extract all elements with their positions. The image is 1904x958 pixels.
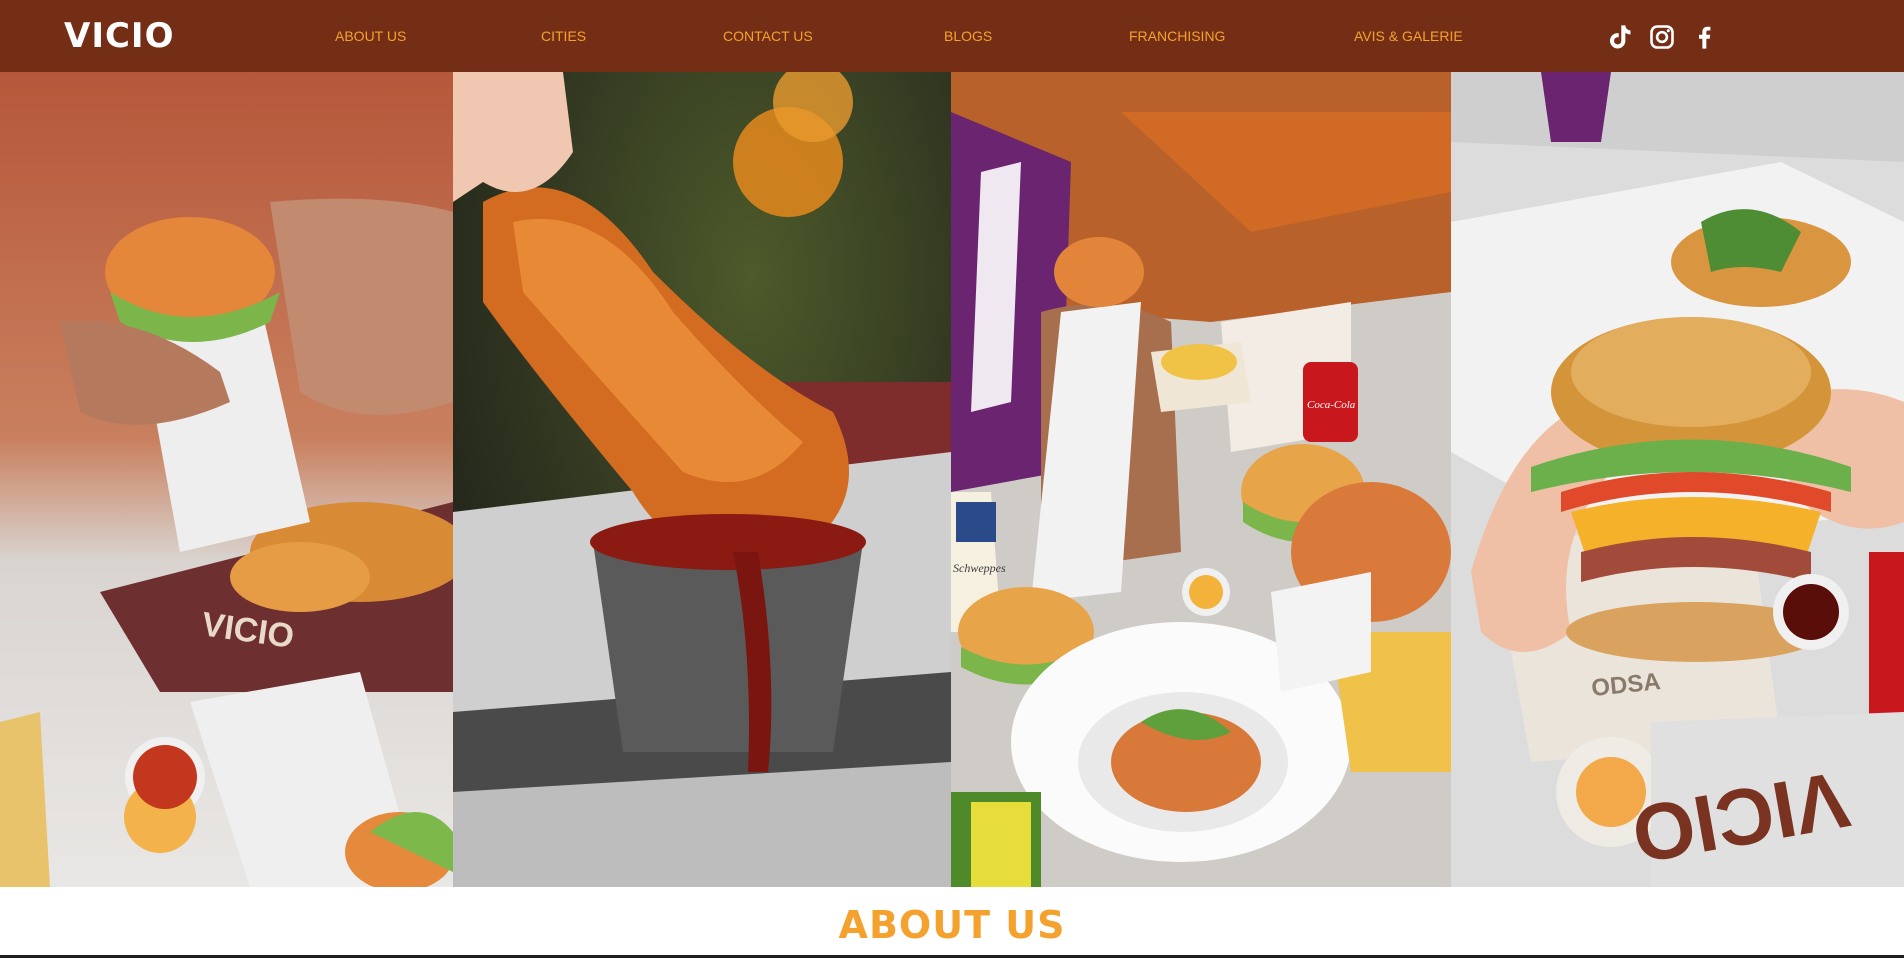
instagram-icon[interactable] (1647, 22, 1677, 52)
burger-photo: ODSA VICIO (1451, 72, 1904, 887)
facebook-icon[interactable] (1689, 22, 1719, 52)
site-header: VICIO ABOUT US CITIES CONTACT US BLOGS F… (0, 0, 1904, 72)
meal-spread-photo: Coca-Cola Schweppes (951, 72, 1451, 887)
tiktok-icon[interactable] (1605, 22, 1635, 52)
soda-can-brand: Coca-Cola (1307, 399, 1356, 411)
nav-avis-galerie[interactable]: AVIS & GALERIE (1354, 26, 1463, 46)
tonic-can-brand: Schweppes (953, 561, 1006, 575)
nav-about-us[interactable]: ABOUT US (335, 26, 406, 46)
chicken-tender-dip-photo (453, 72, 951, 887)
about-heading: ABOUT US (838, 903, 1066, 947)
nav-franchising[interactable]: FRANCHISING (1129, 26, 1225, 46)
about-section: ABOUT US (0, 887, 1904, 958)
hero-gallery: VICIO Coca-Cola Schweppes ODSA VICIO (0, 72, 1904, 887)
nav-cities[interactable]: CITIES (541, 26, 586, 46)
nav-blogs[interactable]: BLOGS (944, 26, 992, 46)
nav-contact-us[interactable]: CONTACT US (723, 26, 813, 46)
chicken-wrap-photo: VICIO (0, 72, 453, 887)
vicio-logo[interactable]: VICIO (64, 14, 174, 58)
